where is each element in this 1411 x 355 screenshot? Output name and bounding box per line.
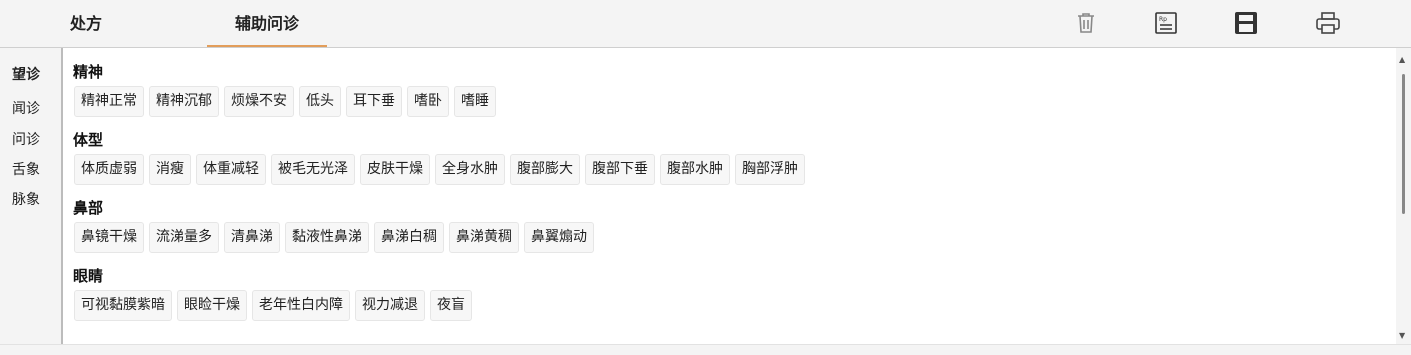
symptom-chip[interactable]: 鼻镜干燥 (74, 222, 144, 253)
scroll-up-icon[interactable]: ▲ (1399, 56, 1405, 64)
symptom-chip[interactable]: 鼻翼煽动 (524, 222, 594, 253)
section-title: 精神 (73, 63, 104, 81)
symptom-chip[interactable]: 腹部下垂 (585, 154, 655, 185)
save-icon[interactable] (1232, 9, 1260, 37)
symptom-chip[interactable]: 清鼻涕 (224, 222, 280, 253)
symptom-chip[interactable]: 全身水肿 (435, 154, 505, 185)
symptom-chip[interactable]: 腹部水肿 (660, 154, 730, 185)
vertical-scrollbar[interactable]: ▲ ▼ (1396, 48, 1411, 344)
scroll-thumb[interactable] (1402, 74, 1405, 214)
nav-item-tongue[interactable]: 舌象 (12, 159, 40, 179)
symptom-chip[interactable]: 流涕量多 (149, 222, 219, 253)
section-title: 体型 (73, 131, 104, 149)
symptom-chip[interactable]: 被毛无光泽 (271, 154, 355, 185)
symptom-chip[interactable]: 精神正常 (74, 86, 144, 117)
symptom-chip[interactable]: 消瘦 (149, 154, 191, 185)
nav-item-inspection[interactable]: 望诊 (12, 64, 40, 84)
section-title: 鼻部 (73, 199, 104, 217)
symptom-chip[interactable]: 腹部膨大 (510, 154, 580, 185)
chip-group: 鼻镜干燥 流涕量多 清鼻涕 黏液性鼻涕 鼻涕白稠 鼻涕黄稠 鼻翼煽动 (74, 222, 594, 253)
chip-group: 体质虚弱 消瘦 体重减轻 被毛无光泽 皮肤干燥 全身水肿 腹部膨大 腹部下垂 腹… (74, 154, 805, 185)
tab-prescription[interactable]: 处方 (48, 0, 124, 47)
nav-item-listening[interactable]: 闻诊 (12, 98, 40, 118)
symptom-chip[interactable]: 可视黏膜紫暗 (74, 290, 172, 321)
chip-group: 精神正常 精神沉郁 烦燥不安 低头 耳下垂 嗜卧 嗜睡 (74, 86, 496, 117)
symptom-chip[interactable]: 体质虚弱 (74, 154, 144, 185)
symptom-chip[interactable]: 耳下垂 (346, 86, 402, 117)
scroll-down-icon[interactable]: ▼ (1399, 332, 1405, 340)
symptom-chip[interactable]: 鼻涕白稠 (374, 222, 444, 253)
main-content: 精神 精神正常 精神沉郁 烦燥不安 低头 耳下垂 嗜卧 嗜睡 体型 体质虚弱 消… (63, 48, 1396, 344)
symptom-chip[interactable]: 夜盲 (430, 290, 472, 321)
chip-group: 可视黏膜紫暗 眼睑干燥 老年性白内障 视力减退 夜盲 (74, 290, 472, 321)
symptom-chip[interactable]: 嗜卧 (407, 86, 449, 117)
bottom-strip (0, 344, 1411, 355)
symptom-chip[interactable]: 嗜睡 (454, 86, 496, 117)
top-bar: 处方 辅助问诊 Rp (0, 0, 1411, 48)
nav-item-inquiry[interactable]: 问诊 (12, 129, 40, 149)
trash-icon[interactable] (1072, 9, 1100, 37)
section-title: 眼睛 (73, 267, 104, 285)
symptom-chip[interactable]: 黏液性鼻涕 (285, 222, 369, 253)
svg-text:Rp: Rp (1159, 16, 1167, 23)
symptom-chip[interactable]: 精神沉郁 (149, 86, 219, 117)
symptom-chip[interactable]: 烦燥不安 (224, 86, 294, 117)
symptom-chip[interactable]: 老年性白内障 (252, 290, 350, 321)
prescription-icon[interactable]: Rp (1152, 9, 1180, 37)
symptom-chip[interactable]: 体重减轻 (196, 154, 266, 185)
left-nav: 望诊 闻诊 问诊 舌象 脉象 (0, 48, 63, 344)
symptom-chip[interactable]: 视力减退 (355, 290, 425, 321)
symptom-chip[interactable]: 胸部浮肿 (735, 154, 805, 185)
symptom-chip[interactable]: 鼻涕黄稠 (449, 222, 519, 253)
symptom-chip[interactable]: 低头 (299, 86, 341, 117)
tab-assisted-consultation[interactable]: 辅助问诊 (207, 0, 327, 47)
symptom-chip[interactable]: 眼睑干燥 (177, 290, 247, 321)
print-icon[interactable] (1314, 9, 1342, 37)
nav-item-pulse[interactable]: 脉象 (12, 189, 40, 209)
symptom-chip[interactable]: 皮肤干燥 (360, 154, 430, 185)
